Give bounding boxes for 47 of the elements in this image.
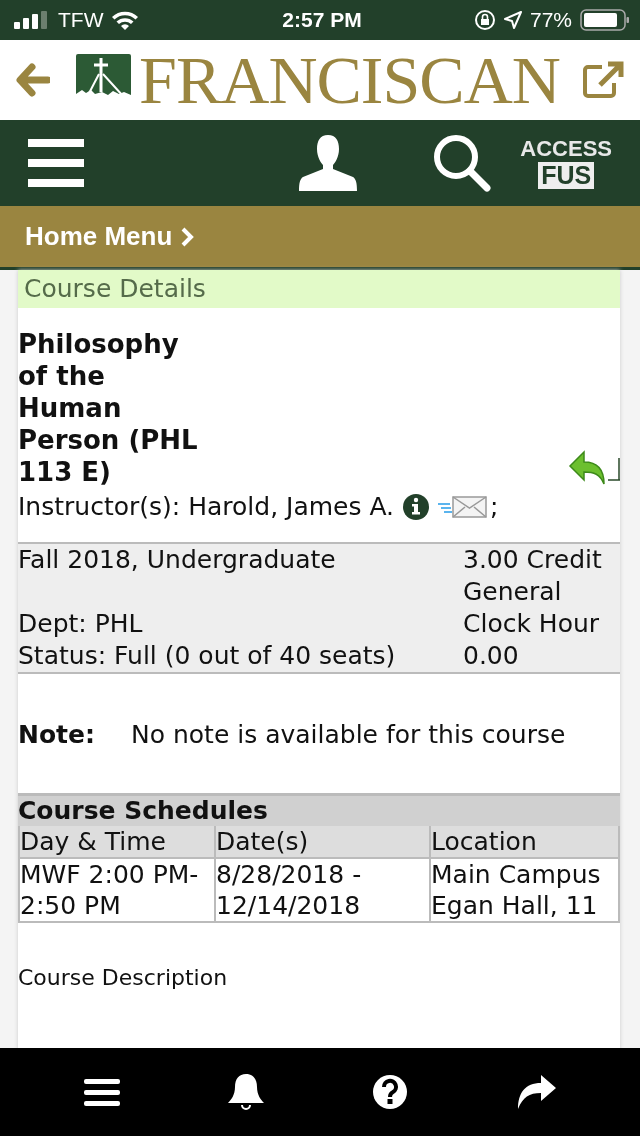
credits-text: 3.00 Credit bbox=[463, 543, 602, 576]
signal-icon bbox=[14, 11, 50, 29]
home-menu-link[interactable]: Home Menu bbox=[25, 217, 173, 256]
carrier-name: TFW bbox=[58, 7, 104, 34]
logo-emblem-icon bbox=[76, 53, 132, 107]
clock-hours-value: 0.00 bbox=[463, 639, 520, 672]
battery-percentage: 77% bbox=[529, 7, 572, 34]
instructor-separator: ; bbox=[490, 491, 499, 523]
note-label: Note: bbox=[18, 718, 95, 751]
back-arrow-icon[interactable] bbox=[16, 63, 51, 97]
section-header: Course Details bbox=[18, 270, 620, 308]
logo-wordmark: FRANCISCAN bbox=[139, 46, 560, 114]
term-text: Fall 2018, Undergraduate bbox=[18, 543, 337, 576]
course-type: General bbox=[463, 575, 563, 608]
table-cell: 8/28/2018 - 12/14/2018 bbox=[215, 858, 430, 922]
note-text: No note is available for this course bbox=[131, 718, 566, 751]
description-heading: Course Description bbox=[18, 965, 228, 990]
rotation-lock-icon bbox=[473, 9, 496, 31]
table-cell: MWF 2:00 PM-2:50 PM bbox=[19, 858, 215, 922]
department-text: Dept: PHL bbox=[18, 607, 144, 640]
wifi-icon bbox=[111, 10, 140, 30]
location-icon bbox=[503, 11, 522, 29]
enrollment-status: Status: Full (0 out of 40 seats) bbox=[18, 639, 397, 672]
schedules-heading: Course Schedules bbox=[18, 796, 620, 826]
clock-hours-label: Clock Hour bbox=[463, 607, 601, 640]
instructor-name: Instructor(s): Harold, James A. bbox=[18, 491, 395, 523]
bell-icon[interactable] bbox=[226, 1072, 265, 1112]
table-cell: Main Campus Egan Hall, 11 bbox=[430, 858, 619, 922]
search-icon[interactable] bbox=[432, 133, 493, 193]
info-icon[interactable] bbox=[402, 492, 431, 521]
back-reply-icon[interactable] bbox=[568, 450, 620, 486]
access-fus-logo[interactable]: ACCESS FUS bbox=[520, 137, 612, 189]
column-header: Day & Time bbox=[19, 826, 215, 858]
external-link-icon[interactable] bbox=[581, 61, 624, 99]
help-icon[interactable] bbox=[371, 1074, 408, 1110]
fus-label: FUS bbox=[538, 161, 595, 189]
menu-icon[interactable] bbox=[28, 139, 84, 187]
chevron-right-icon bbox=[180, 226, 195, 247]
clock-time: 2:57 PM bbox=[282, 8, 362, 32]
column-header: Date(s) bbox=[215, 826, 430, 858]
course-title: Philosophy of the Human Person (PHL 113 E) bbox=[18, 328, 198, 488]
access-label: ACCESS bbox=[520, 137, 612, 160]
menu-icon[interactable] bbox=[83, 1077, 120, 1107]
column-header: Location bbox=[430, 826, 619, 858]
email-icon[interactable] bbox=[438, 493, 489, 520]
battery-icon bbox=[580, 9, 630, 31]
profile-icon[interactable] bbox=[298, 135, 359, 191]
